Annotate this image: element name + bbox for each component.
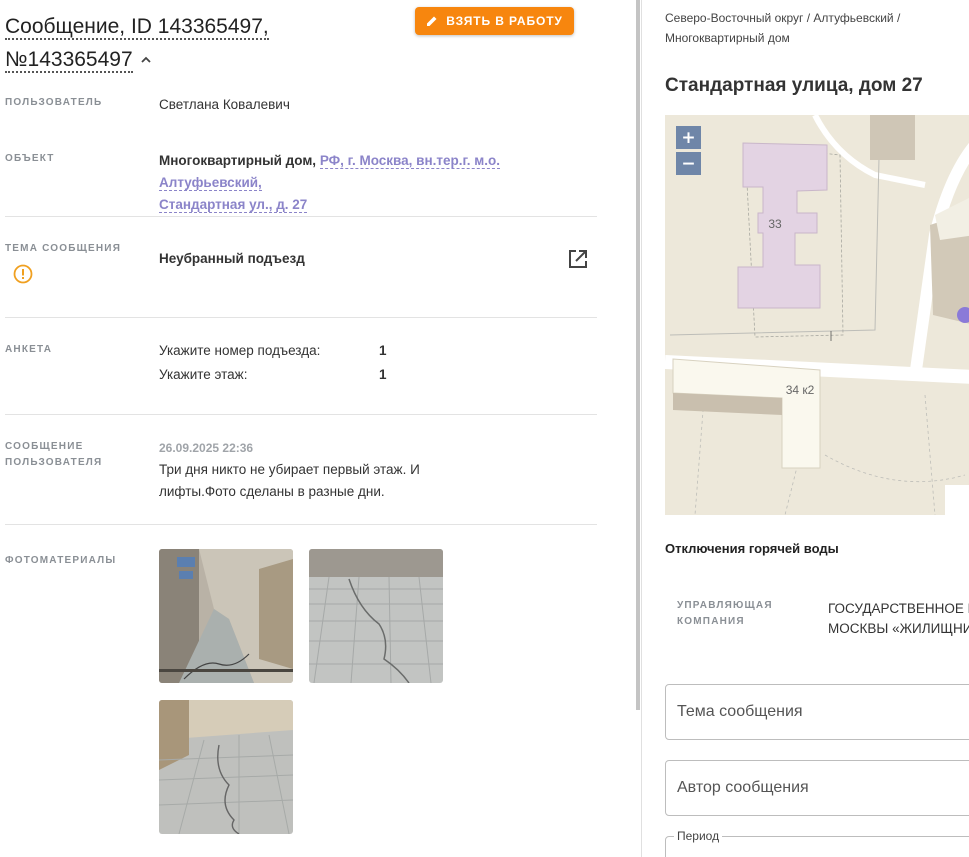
period-label: Период	[674, 829, 723, 843]
form-answer: 1	[379, 367, 387, 382]
user-message-label: СООБЩЕНИЕ ПОЛЬЗОВАТЕЛЯ	[5, 441, 103, 468]
form-row: Укажите номер подъезда: 1	[159, 343, 399, 358]
chevron-up-icon[interactable]	[141, 55, 151, 65]
photos-label: ФОТОМАТЕРИАЛЫ	[5, 555, 117, 566]
zoom-in-button[interactable]: +	[676, 126, 701, 149]
map-building-label: 34 к2	[786, 383, 815, 397]
object-label: ОБЪЕКТ	[5, 153, 55, 164]
page-title: Сообщение, ID 143365497, №143365497	[5, 10, 405, 76]
form-question: Укажите номер подъезда:	[159, 343, 321, 358]
warning-icon	[13, 264, 33, 284]
object-type: Многоквартирный дом,	[159, 153, 317, 168]
hot-water-outages-title: Отключения горячей воды	[665, 541, 839, 556]
divider	[5, 414, 597, 415]
address-title: Стандартная улица, дом 27	[665, 75, 923, 96]
map-building-label: 33	[768, 217, 782, 231]
author-input[interactable]	[665, 760, 969, 816]
open-external-icon[interactable]	[567, 248, 589, 270]
take-to-work-label: ВЗЯТЬ В РАБОТУ	[446, 14, 563, 28]
pencil-icon	[427, 16, 437, 26]
user-label: ПОЛЬЗОВАТЕЛЬ	[5, 97, 103, 108]
message-text: Три дня никто не убирает первый этаж. Ил…	[159, 462, 420, 499]
take-to-work-button[interactable]: ВЗЯТЬ В РАБОТУ	[415, 7, 574, 35]
title-line-2: №143365497	[5, 48, 133, 73]
title-line-1: Сообщение, ID 143365497,	[5, 15, 269, 40]
photo-thumbnail[interactable]	[309, 549, 443, 683]
message-date: 26.09.2025 22:36	[159, 441, 254, 455]
photo-thumbnail[interactable]	[159, 549, 293, 683]
map[interactable]: 33 34 к2 + −	[665, 115, 969, 515]
photo-thumbnail[interactable]	[159, 700, 293, 834]
location-panel: Северо-Восточный округ / Алтуфьевский / М…	[642, 0, 969, 857]
user-value: Светлана Ковалевич	[159, 97, 290, 112]
message-panel: Сообщение, ID 143365497, №143365497 ВЗЯТ…	[0, 0, 636, 857]
divider	[5, 216, 597, 217]
object-address-link-2[interactable]: Стандартная ул., д. 27	[159, 197, 308, 213]
form-question: Укажите этаж:	[159, 367, 248, 382]
object-value: Многоквартирный дом, РФ, г. Москва, вн.т…	[159, 150, 599, 216]
period-field[interactable]: Период	[665, 829, 969, 857]
scrollbar[interactable]	[636, 0, 640, 710]
topic-value: Неубранный подъезд	[159, 251, 305, 266]
divider	[5, 317, 597, 318]
topic-label: ТЕМА СООБЩЕНИЯ	[5, 243, 122, 254]
form-answer: 1	[379, 343, 387, 358]
management-company-value: ГОСУДАРСТВЕННОЕ Б МОСКВЫ «ЖИЛИЩНИ	[828, 601, 969, 636]
zoom-out-button[interactable]: −	[676, 152, 701, 175]
divider	[5, 524, 597, 525]
form-label: АНКЕТА	[5, 344, 53, 355]
topic-input[interactable]	[665, 684, 969, 740]
management-company-label: УПРАВЛЯЮЩАЯ КОМПАНИЯ	[677, 600, 773, 627]
breadcrumb: Северо-Восточный округ / Алтуфьевский / М…	[665, 11, 901, 45]
form-row: Укажите этаж: 1	[159, 367, 399, 382]
